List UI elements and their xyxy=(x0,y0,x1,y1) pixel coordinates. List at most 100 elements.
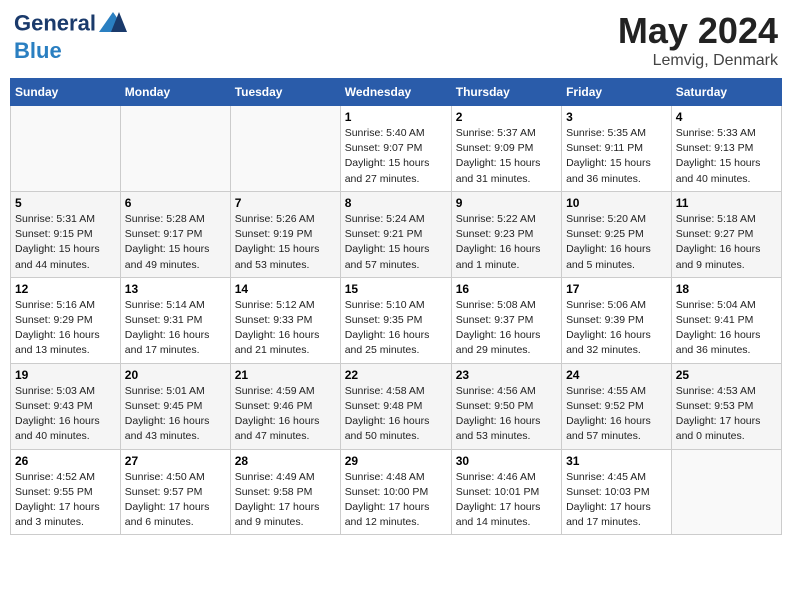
day-info: Sunrise: 5:12 AM Sunset: 9:33 PM Dayligh… xyxy=(235,298,336,359)
day-info: Sunrise: 5:03 AM Sunset: 9:43 PM Dayligh… xyxy=(15,384,116,445)
day-header-thursday: Thursday xyxy=(451,79,561,106)
day-number: 23 xyxy=(456,368,557,382)
day-number: 24 xyxy=(566,368,667,382)
day-number: 9 xyxy=(456,196,557,210)
calendar-cell: 26 Sunrise: 4:52 AM Sunset: 9:55 PM Dayli… xyxy=(11,449,121,535)
month-title: May 2024 xyxy=(618,10,778,52)
day-number: 3 xyxy=(566,110,667,124)
calendar-cell: 11 Sunrise: 5:18 AM Sunset: 9:27 PM Dayli… xyxy=(671,191,781,277)
calendar-cell xyxy=(11,106,121,192)
day-number: 1 xyxy=(345,110,447,124)
day-header-sunday: Sunday xyxy=(11,79,121,106)
day-info: Sunrise: 5:35 AM Sunset: 9:11 PM Dayligh… xyxy=(566,126,667,187)
day-number: 25 xyxy=(676,368,777,382)
day-info: Sunrise: 5:18 AM Sunset: 9:27 PM Dayligh… xyxy=(676,212,777,273)
days-header-row: SundayMondayTuesdayWednesdayThursdayFrid… xyxy=(11,79,782,106)
calendar-cell: 15 Sunrise: 5:10 AM Sunset: 9:35 PM Dayli… xyxy=(340,277,451,363)
calendar-cell: 31Sunrise: 4:45 AM Sunset: 10:03 PM Dayl… xyxy=(562,449,672,535)
week-row-2: 5 Sunrise: 5:31 AM Sunset: 9:15 PM Daylig… xyxy=(11,191,782,277)
logo-text: General xyxy=(14,10,127,39)
day-number: 6 xyxy=(125,196,226,210)
day-number: 20 xyxy=(125,368,226,382)
calendar-table: SundayMondayTuesdayWednesdayThursdayFrid… xyxy=(10,78,782,535)
calendar-cell: 17 Sunrise: 5:06 AM Sunset: 9:39 PM Dayli… xyxy=(562,277,672,363)
day-info: Sunrise: 5:22 AM Sunset: 9:23 PM Dayligh… xyxy=(456,212,557,273)
calendar-cell: 30 Sunrise: 4:46 AM Sunset: 10:01 PM Dayl… xyxy=(451,449,561,535)
calendar-cell xyxy=(230,106,340,192)
calendar-cell: 27 Sunrise: 4:50 AM Sunset: 9:57 PM Dayli… xyxy=(120,449,230,535)
calendar-cell: 8 Sunrise: 5:24 AM Sunset: 9:21 PM Daylig… xyxy=(340,191,451,277)
day-number: 15 xyxy=(345,282,447,296)
day-number: 10 xyxy=(566,196,667,210)
day-info: Sunrise: 5:31 AM Sunset: 9:15 PM Dayligh… xyxy=(15,212,116,273)
calendar-cell: 2 Sunrise: 5:37 AM Sunset: 9:09 PM Daylig… xyxy=(451,106,561,192)
calendar-cell: 16 Sunrise: 5:08 AM Sunset: 9:37 PM Dayli… xyxy=(451,277,561,363)
location: Lemvig, Denmark xyxy=(618,52,778,70)
title-block: May 2024 Lemvig, Denmark xyxy=(618,10,778,70)
day-number: 12 xyxy=(15,282,116,296)
day-info: Sunrise: 5:20 AM Sunset: 9:25 PM Dayligh… xyxy=(566,212,667,273)
calendar-cell: 12Sunrise: 5:16 AM Sunset: 9:29 PM Dayli… xyxy=(11,277,121,363)
day-info: Sunrise: 5:06 AM Sunset: 9:39 PM Dayligh… xyxy=(566,298,667,359)
day-info: Sunrise: 5:24 AM Sunset: 9:21 PM Dayligh… xyxy=(345,212,447,273)
day-number: 7 xyxy=(235,196,336,210)
day-info: Sunrise: 5:37 AM Sunset: 9:09 PM Dayligh… xyxy=(456,126,557,187)
calendar-cell: 23Sunrise: 4:56 AM Sunset: 9:50 PM Dayli… xyxy=(451,363,561,449)
calendar-cell: 6 Sunrise: 5:28 AM Sunset: 9:17 PM Daylig… xyxy=(120,191,230,277)
day-info: Sunrise: 4:45 AM Sunset: 10:03 PM Daylig… xyxy=(566,470,667,531)
day-info: Sunrise: 4:52 AM Sunset: 9:55 PM Dayligh… xyxy=(15,470,116,531)
day-number: 27 xyxy=(125,454,226,468)
calendar-cell: 4Sunrise: 5:33 AM Sunset: 9:13 PM Daylig… xyxy=(671,106,781,192)
calendar-cell: 22Sunrise: 4:58 AM Sunset: 9:48 PM Dayli… xyxy=(340,363,451,449)
calendar-body: 1Sunrise: 5:40 AM Sunset: 9:07 PM Daylig… xyxy=(11,106,782,535)
logo-icon xyxy=(99,10,127,34)
day-info: Sunrise: 5:08 AM Sunset: 9:37 PM Dayligh… xyxy=(456,298,557,359)
calendar-cell: 29 Sunrise: 4:48 AM Sunset: 10:00 PM Dayl… xyxy=(340,449,451,535)
day-info: Sunrise: 5:04 AM Sunset: 9:41 PM Dayligh… xyxy=(676,298,777,359)
day-info: Sunrise: 4:48 AM Sunset: 10:00 PM Daylig… xyxy=(345,470,447,531)
day-number: 2 xyxy=(456,110,557,124)
day-number: 5 xyxy=(15,196,116,210)
calendar-cell: 21Sunrise: 4:59 AM Sunset: 9:46 PM Dayli… xyxy=(230,363,340,449)
calendar-cell: 14 Sunrise: 5:12 AM Sunset: 9:33 PM Dayli… xyxy=(230,277,340,363)
day-number: 17 xyxy=(566,282,667,296)
calendar-cell: 19 Sunrise: 5:03 AM Sunset: 9:43 PM Dayli… xyxy=(11,363,121,449)
day-number: 18 xyxy=(676,282,777,296)
day-info: Sunrise: 5:10 AM Sunset: 9:35 PM Dayligh… xyxy=(345,298,447,359)
day-number: 22 xyxy=(345,368,447,382)
day-info: Sunrise: 5:28 AM Sunset: 9:17 PM Dayligh… xyxy=(125,212,226,273)
calendar-cell: 9 Sunrise: 5:22 AM Sunset: 9:23 PM Daylig… xyxy=(451,191,561,277)
day-info: Sunrise: 5:01 AM Sunset: 9:45 PM Dayligh… xyxy=(125,384,226,445)
day-number: 11 xyxy=(676,196,777,210)
day-number: 14 xyxy=(235,282,336,296)
calendar-cell: 24Sunrise: 4:55 AM Sunset: 9:52 PM Dayli… xyxy=(562,363,672,449)
calendar-cell: 1Sunrise: 5:40 AM Sunset: 9:07 PM Daylig… xyxy=(340,106,451,192)
calendar-cell: 28Sunrise: 4:49 AM Sunset: 9:58 PM Dayli… xyxy=(230,449,340,535)
day-number: 4 xyxy=(676,110,777,124)
week-row-1: 1Sunrise: 5:40 AM Sunset: 9:07 PM Daylig… xyxy=(11,106,782,192)
day-number: 21 xyxy=(235,368,336,382)
calendar-cell: 3 Sunrise: 5:35 AM Sunset: 9:11 PM Daylig… xyxy=(562,106,672,192)
page-header: General Blue May 2024 Lemvig, Denmark xyxy=(10,10,782,70)
day-number: 19 xyxy=(15,368,116,382)
calendar-cell: 18 Sunrise: 5:04 AM Sunset: 9:41 PM Dayli… xyxy=(671,277,781,363)
calendar-cell: 13 Sunrise: 5:14 AM Sunset: 9:31 PM Dayli… xyxy=(120,277,230,363)
calendar-cell xyxy=(671,449,781,535)
day-number: 16 xyxy=(456,282,557,296)
day-number: 8 xyxy=(345,196,447,210)
day-number: 26 xyxy=(15,454,116,468)
day-header-friday: Friday xyxy=(562,79,672,106)
day-header-tuesday: Tuesday xyxy=(230,79,340,106)
day-number: 13 xyxy=(125,282,226,296)
calendar-cell: 10 Sunrise: 5:20 AM Sunset: 9:25 PM Dayli… xyxy=(562,191,672,277)
calendar-cell: 5 Sunrise: 5:31 AM Sunset: 9:15 PM Daylig… xyxy=(11,191,121,277)
day-number: 29 xyxy=(345,454,447,468)
day-number: 30 xyxy=(456,454,557,468)
day-info: Sunrise: 5:14 AM Sunset: 9:31 PM Dayligh… xyxy=(125,298,226,359)
logo: General Blue xyxy=(14,10,127,63)
day-header-saturday: Saturday xyxy=(671,79,781,106)
day-info: Sunrise: 4:50 AM Sunset: 9:57 PM Dayligh… xyxy=(125,470,226,531)
day-info: Sunrise: 5:26 AM Sunset: 9:19 PM Dayligh… xyxy=(235,212,336,273)
day-info: Sunrise: 4:46 AM Sunset: 10:01 PM Daylig… xyxy=(456,470,557,531)
week-row-5: 26 Sunrise: 4:52 AM Sunset: 9:55 PM Dayli… xyxy=(11,449,782,535)
